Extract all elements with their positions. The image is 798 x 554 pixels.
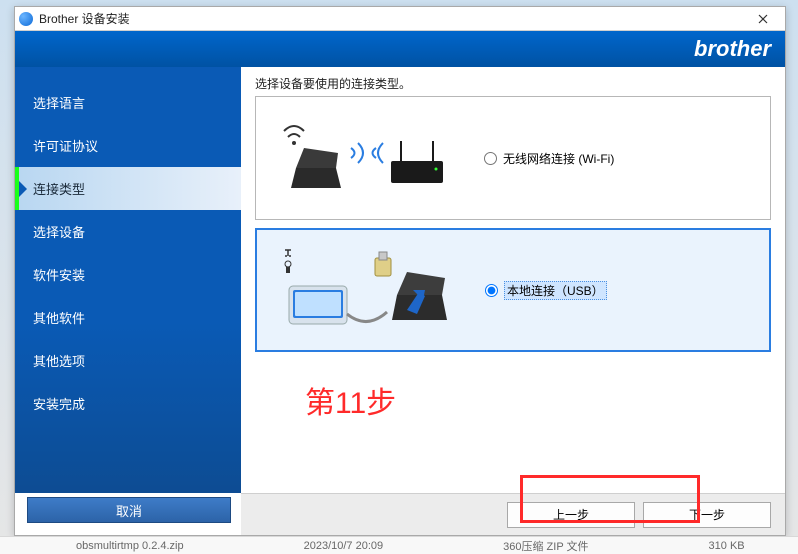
option-wifi[interactable]: 无线网络连接 (Wi-Fi) [255,96,771,220]
back-button[interactable]: 上一步 [507,502,635,528]
content-panel: 选择设备要使用的连接类型。 [241,67,785,493]
file-name: obsmultirtmp 0.2.4.zip [76,540,184,552]
sidebar-item-language[interactable]: 选择语言 [15,81,241,124]
next-button[interactable]: 下一步 [643,502,771,528]
window-title: Brother 设备安装 [39,10,745,27]
brand-logo: brother [694,36,771,62]
close-button[interactable] [745,8,781,30]
installer-window: Brother 设备安装 brother 选择语言 许可证协议 连接类型 选择设… [14,6,786,536]
usb-radio-text: 本地连接（USB） [504,281,607,300]
wifi-radio-text: 无线网络连接 (Wi-Fi) [503,150,614,167]
step-annotation: 第11步 [305,378,771,422]
wifi-radio-label[interactable]: 无线网络连接 (Wi-Fi) [484,150,614,167]
usb-radio[interactable] [485,284,498,297]
app-icon [19,12,33,26]
option-usb[interactable]: 本地连接（USB） [255,228,771,352]
sidebar-item-software[interactable]: 软件安装 [15,253,241,296]
file-type: 360压缩 ZIP 文件 [503,538,588,554]
content-prompt: 选择设备要使用的连接类型。 [255,75,771,92]
sidebar-item-other-options[interactable]: 其他选项 [15,339,241,382]
usb-radio-label[interactable]: 本地连接（USB） [485,281,607,300]
sidebar-item-connection[interactable]: 连接类型 [15,167,241,210]
sidebar-item-license[interactable]: 许可证协议 [15,124,241,167]
explorer-row: obsmultirtmp 0.2.4.zip 2023/10/7 20:09 3… [0,536,798,554]
header-bar: brother [15,31,785,67]
sidebar-item-other-software[interactable]: 其他软件 [15,296,241,339]
file-size: 310 KB [709,540,745,552]
wifi-radio[interactable] [484,152,497,165]
sidebar-item-device[interactable]: 选择设备 [15,210,241,253]
footer-bar: 上一步 下一步 [241,493,785,535]
usb-illustration-icon [267,240,467,340]
file-date: 2023/10/7 20:09 [304,540,384,552]
titlebar: Brother 设备安装 [15,7,785,31]
sidebar-item-complete[interactable]: 安装完成 [15,382,241,425]
sidebar: 选择语言 许可证协议 连接类型 选择设备 软件安装 其他软件 其他选项 安装完成… [15,67,241,493]
desktop: Brother 设备安装 brother 选择语言 许可证协议 连接类型 选择设… [0,0,798,554]
cancel-button[interactable]: 取消 [27,497,231,523]
body: 选择语言 许可证协议 连接类型 选择设备 软件安装 其他软件 其他选项 安装完成… [15,67,785,493]
wifi-illustration-icon [266,108,466,208]
close-icon [758,14,768,24]
